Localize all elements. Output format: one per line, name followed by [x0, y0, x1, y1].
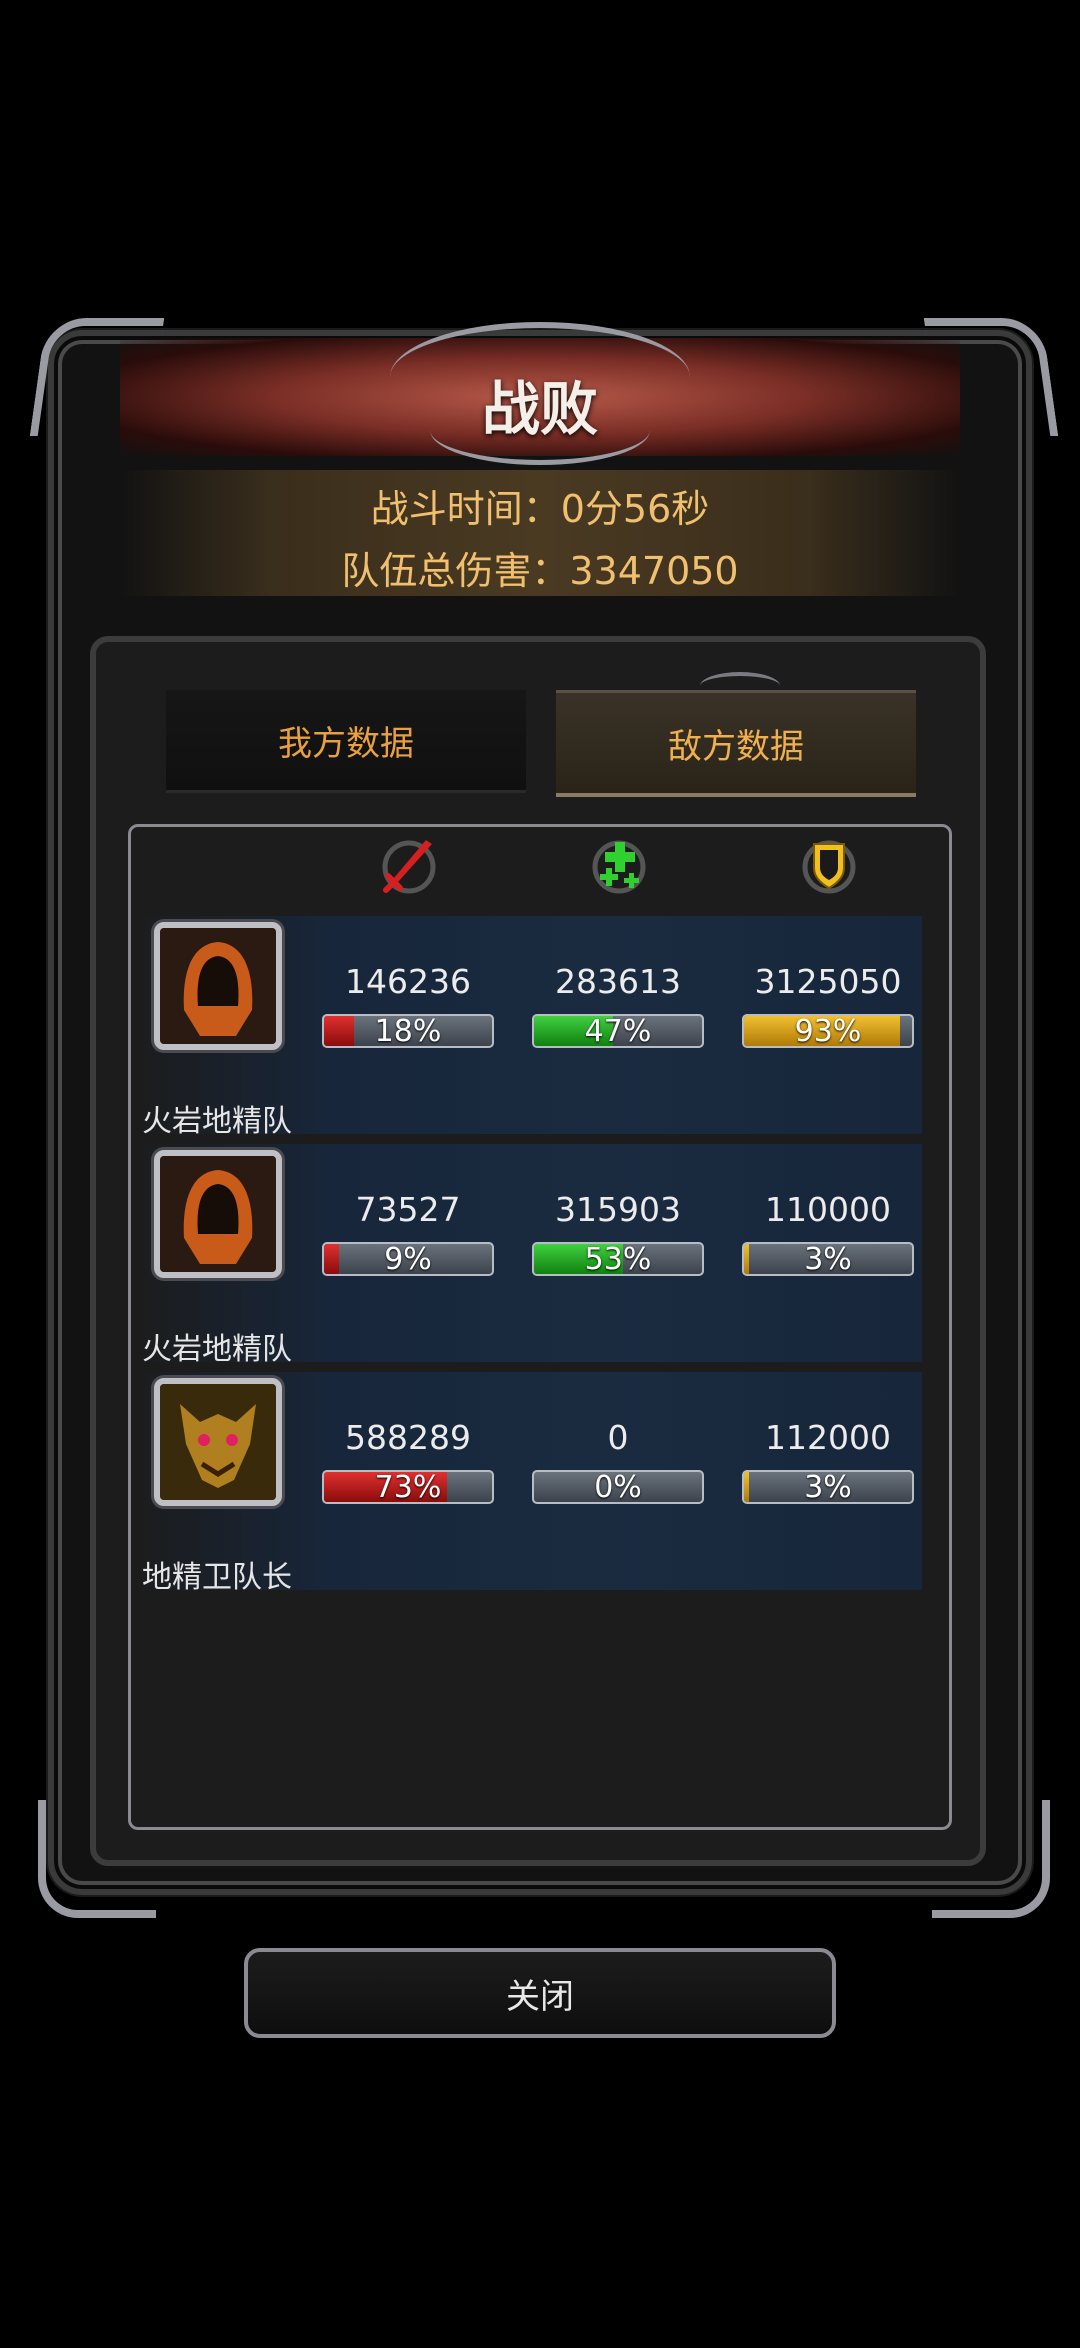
red-sword-icon [374, 832, 444, 902]
damage-bar: 9% [322, 1242, 494, 1276]
heal-bar: 47% [532, 1014, 704, 1048]
close-button[interactable]: 关闭 [244, 1948, 836, 2038]
result-title: 战败 [481, 375, 598, 443]
defense-percent: 3% [804, 1470, 852, 1504]
green-cross-icon [584, 832, 654, 902]
defense-value: 110000 [765, 1190, 891, 1229]
defense-bar: 3% [742, 1470, 914, 1504]
unit-name: 火岩地精队 [142, 1104, 292, 1139]
defense-bar: 93% [742, 1014, 914, 1048]
gold-shield-icon [794, 832, 864, 902]
damage-percent: 73% [374, 1470, 442, 1504]
tab-enemy-data[interactable]: 敌方数据 [556, 690, 916, 797]
damage-percent: 18% [374, 1014, 442, 1048]
tab-active-ornament [700, 672, 780, 700]
hooded-goblin-icon[interactable] [154, 922, 282, 1050]
battle-time-text: 战斗时间：0分56秒 [370, 487, 710, 531]
damage-value: 73527 [355, 1190, 461, 1229]
damage-percent: 9% [384, 1242, 432, 1276]
heal-value: 0 [607, 1418, 629, 1457]
damage-bar: 18% [322, 1014, 494, 1048]
defense-bar: 3% [742, 1242, 914, 1276]
heal-percent: 53% [584, 1242, 652, 1276]
heal-bar: 0% [532, 1470, 704, 1504]
heal-percent: 47% [584, 1014, 652, 1048]
hooded-goblin-icon[interactable] [154, 1150, 282, 1278]
damage-value: 146236 [345, 962, 471, 1001]
defense-percent: 93% [794, 1014, 862, 1048]
golden-beast-icon[interactable] [154, 1378, 282, 1506]
heal-bar: 53% [532, 1242, 704, 1276]
team-damage-text: 队伍总伤害：3347050 [341, 549, 739, 593]
tab-our-data[interactable]: 我方数据 [166, 690, 526, 793]
heal-percent: 0% [594, 1470, 642, 1504]
unit-name: 地精卫队长 [142, 1560, 292, 1595]
unit-name: 火岩地精队 [142, 1332, 292, 1367]
heal-value: 283613 [555, 962, 681, 1001]
damage-value: 588289 [345, 1418, 471, 1457]
damage-bar: 73% [322, 1470, 494, 1504]
defense-percent: 3% [804, 1242, 852, 1276]
defense-value: 112000 [765, 1418, 891, 1457]
heal-value: 315903 [555, 1190, 681, 1229]
defense-value: 3125050 [754, 962, 902, 1001]
